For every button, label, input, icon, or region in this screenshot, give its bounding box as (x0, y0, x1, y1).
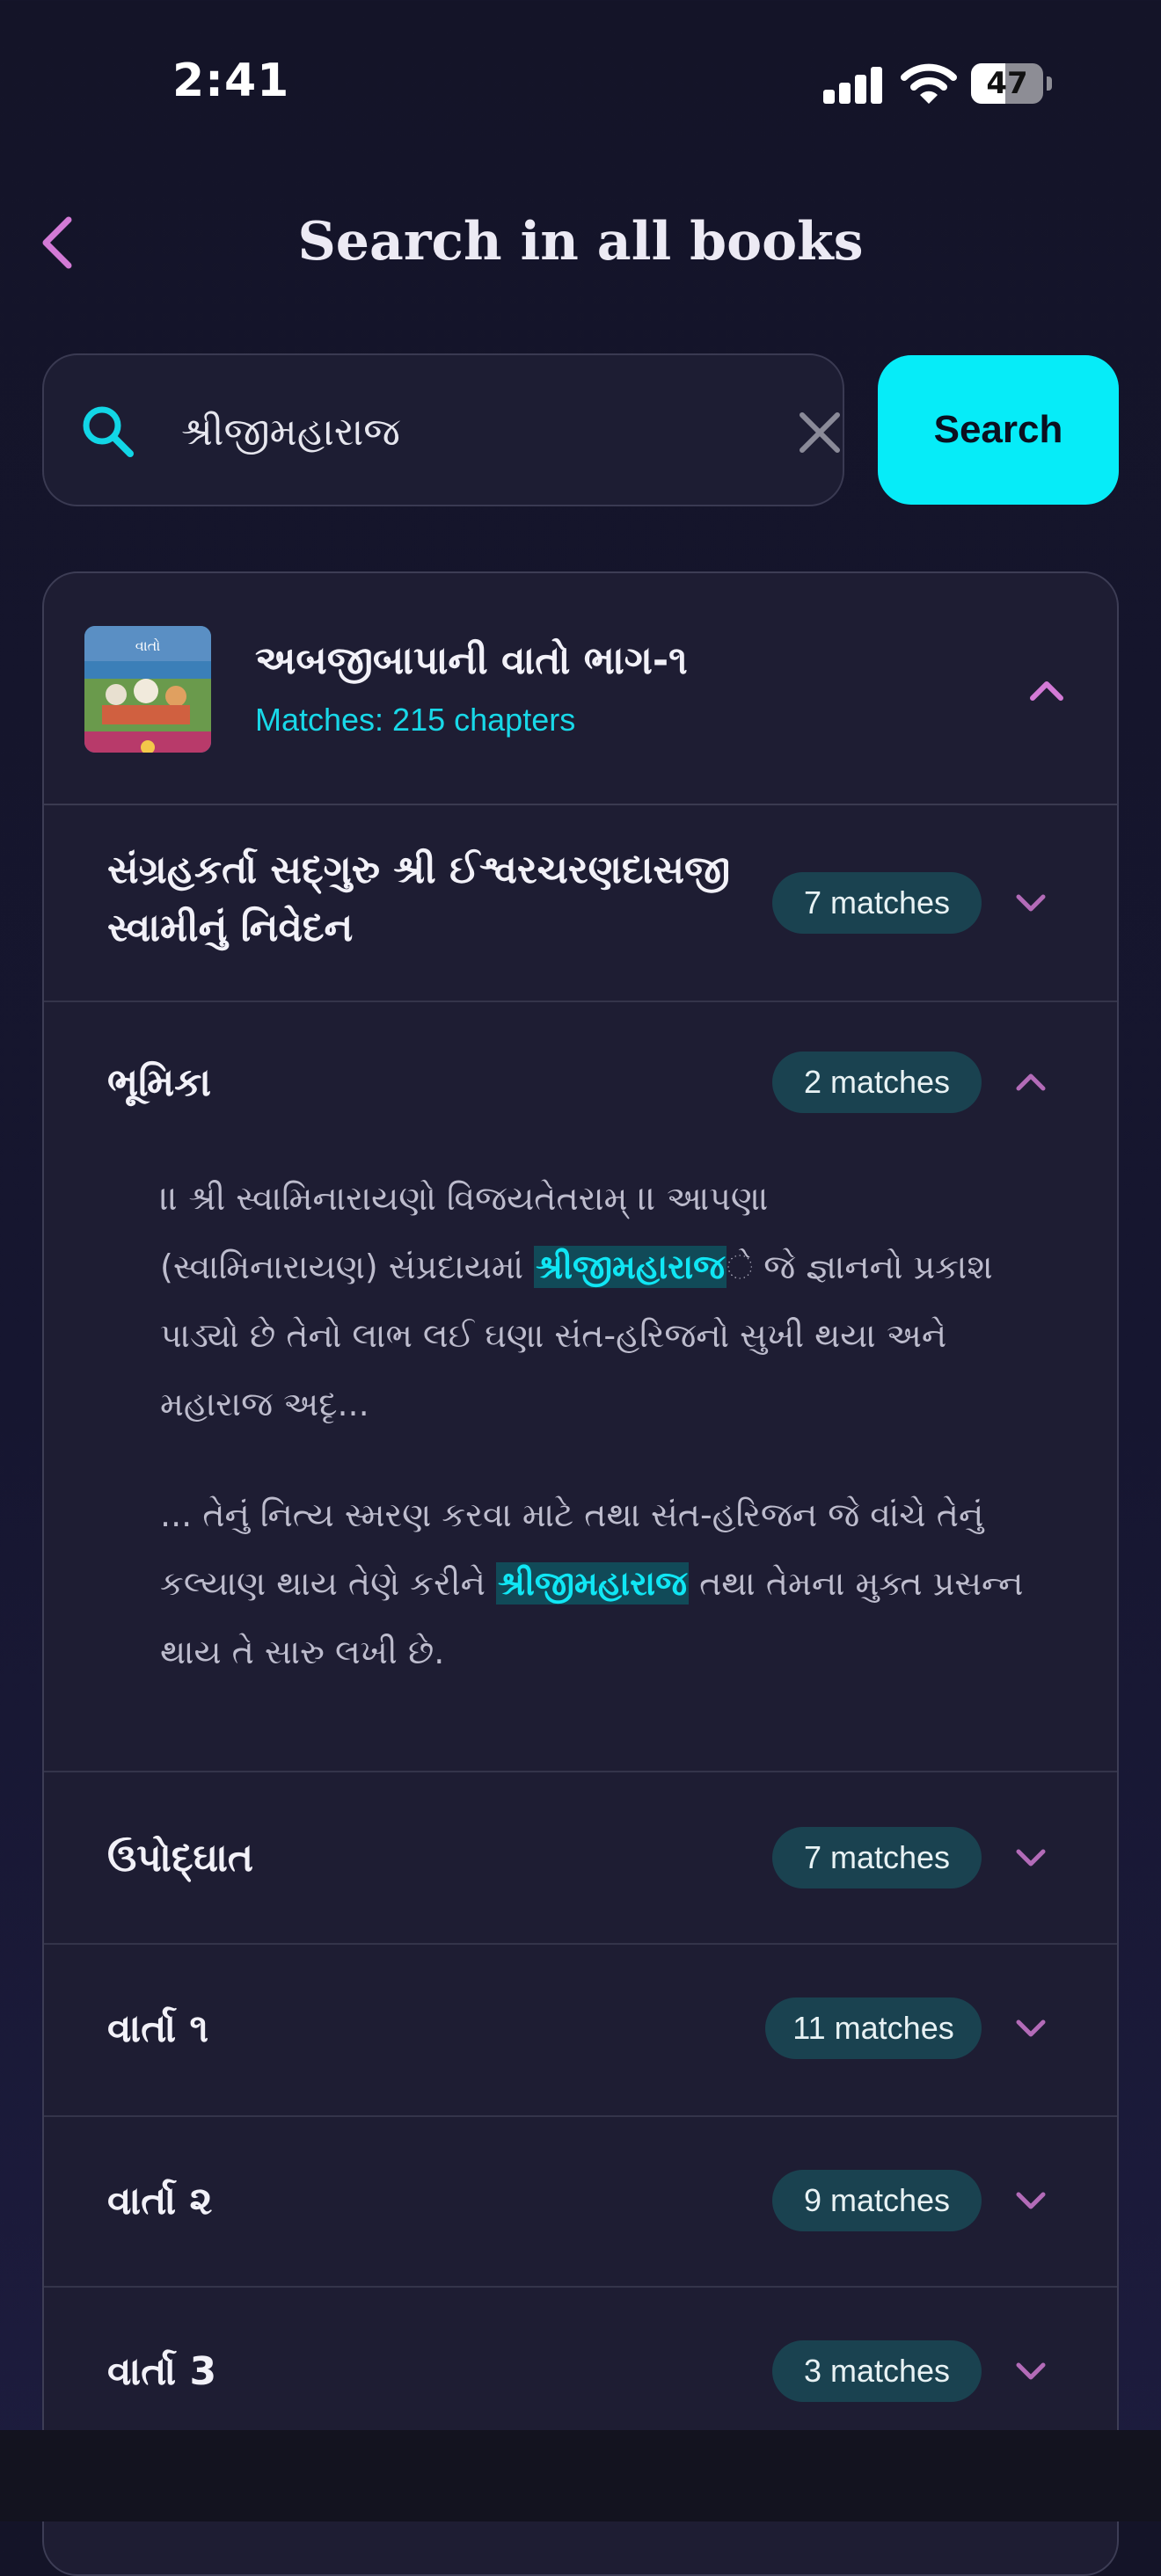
chevron-up-icon[interactable] (1027, 677, 1066, 703)
battery-icon: 47 (971, 63, 1052, 104)
snippet-line: કલ્યાણ થાય તેણે કરીને શ્રીજીમહારાજ તથા ત… (160, 1549, 1057, 1618)
battery-percent: 47 (986, 66, 1028, 101)
chevron-down-icon[interactable] (1011, 2358, 1050, 2384)
search-icon (83, 406, 134, 457)
search-highlight: શ્રીજીમહારાજ (496, 1562, 690, 1605)
chapter-title: સંગ્રહકર્તા સદ્‌ગુરુ શ્રી ઈશ્વરચરણદાસજી (107, 848, 731, 892)
search-input[interactable] (181, 390, 779, 473)
snippet-line: થાય તે સારુ લખી છે. (160, 1633, 445, 1671)
snippet-text: ે જે જ્ઞાનનો પ્રકાશ (727, 1248, 993, 1286)
chapter-title: વાર્તા 3 (107, 2349, 217, 2394)
chevron-down-icon[interactable] (1011, 2187, 1050, 2214)
chapter-item-expanded[interactable]: ભૂમિકા 2 matches ।। શ્રી સ્વામિનારાયણો વ… (44, 1002, 1117, 1772)
status-time: 2:41 (172, 55, 290, 107)
chevron-down-icon[interactable] (1011, 890, 1050, 916)
match-badge: 7 matches (772, 1827, 982, 1888)
snippet-line: ... તેનું નિત્ય સ્મરણ કરવા માટે તથા સંત-… (160, 1495, 984, 1534)
snippet-text: કલ્યાણ થાય તેણે કરીને (160, 1564, 497, 1603)
match-badge: 3 matches (772, 2340, 982, 2402)
chevron-down-icon[interactable] (1011, 2015, 1050, 2041)
book-match-count: Matches: 215 chapters (255, 702, 576, 738)
clear-icon[interactable] (797, 410, 843, 455)
snippet-line: પાડ્યો છે તેનો લાભ લઈ ઘણા સંત-હરિજનો સુખ… (160, 1316, 947, 1355)
book-result-card: વાતો અબજીબાપાની વાતો ભાગ-૧ Matches: 215 … (42, 571, 1119, 2576)
match-badge: 2 matches (772, 1052, 982, 1113)
wifi-icon (901, 63, 957, 104)
snippet-text: તથા તેમના મુક્ત પ્રસન્ન (689, 1564, 1024, 1603)
match-badge: 7 matches (772, 872, 982, 934)
match-badge: 11 matches (765, 1997, 982, 2059)
chapter-item[interactable]: સંગ્રહકર્તા સદ્‌ગુરુ શ્રી ઈશ્વરચરણદાસજી … (44, 804, 1117, 1002)
status-bar: 2:41 47 (0, 0, 1161, 167)
chapter-title: ભૂમિકા (107, 1060, 212, 1105)
search-highlight: શ્રીજીમહારાજ (534, 1246, 727, 1288)
cellular-signal-icon (823, 65, 883, 104)
search-button[interactable]: Search (878, 355, 1119, 505)
chapter-title: વાર્તા ૧ (107, 2006, 209, 2051)
book-title: અબજીબાપાની વાતો ભાગ-૧ (255, 638, 688, 683)
snippet-line: (સ્વામિનારાયણ) સંપ્રદાયમાં શ્રીજીમહારાજે… (160, 1233, 1057, 1301)
back-button[interactable] (32, 207, 84, 278)
snippet-line: ।। શ્રી સ્વામિનારાયણો વિજયતેતરામ્ ।। આપણ… (160, 1179, 769, 1218)
chapter-item[interactable]: ઉપોદ્‌ઘાત 7 matches (44, 1772, 1117, 1945)
match-badge: 9 matches (772, 2170, 982, 2231)
chevron-down-icon[interactable] (1011, 1845, 1050, 1871)
book-header[interactable]: વાતો અબજીબાપાની વાતો ભાગ-૧ Matches: 215 … (44, 573, 1117, 805)
match-snippet[interactable]: ।। શ્રી સ્વામિનારાયણો વિજયતેતરામ્ ।। આપણ… (160, 1164, 1057, 1438)
search-field[interactable] (42, 353, 844, 506)
page-header: Search in all books (0, 193, 1161, 290)
snippet-line: મહારાજ અદૃ... (160, 1385, 369, 1423)
chapter-title-line2: સ્વામીનું નિવેદન (107, 906, 354, 950)
bottom-bar (0, 2430, 1161, 2521)
cover-title: વાતો (135, 637, 161, 654)
chapter-title: ઉપોદ્‌ઘાત (107, 1836, 254, 1881)
chapter-item[interactable]: વાર્તા ૧ 11 matches (44, 1945, 1117, 2117)
chapter-item[interactable]: વાર્તા ૨ 9 matches (44, 2117, 1117, 2288)
snippet-text: (સ્વામિનારાયણ) સંપ્રદાયમાં (160, 1248, 535, 1286)
chevron-up-icon[interactable] (1011, 1069, 1050, 1095)
match-snippet[interactable]: ... તેનું નિત્ય સ્મરણ કરવા માટે તથા સંત-… (160, 1481, 1057, 1686)
chapter-title: વાર્તા ૨ (107, 2179, 213, 2223)
book-cover-image: વાતો (84, 626, 211, 753)
page-title: Search in all books (297, 211, 864, 273)
